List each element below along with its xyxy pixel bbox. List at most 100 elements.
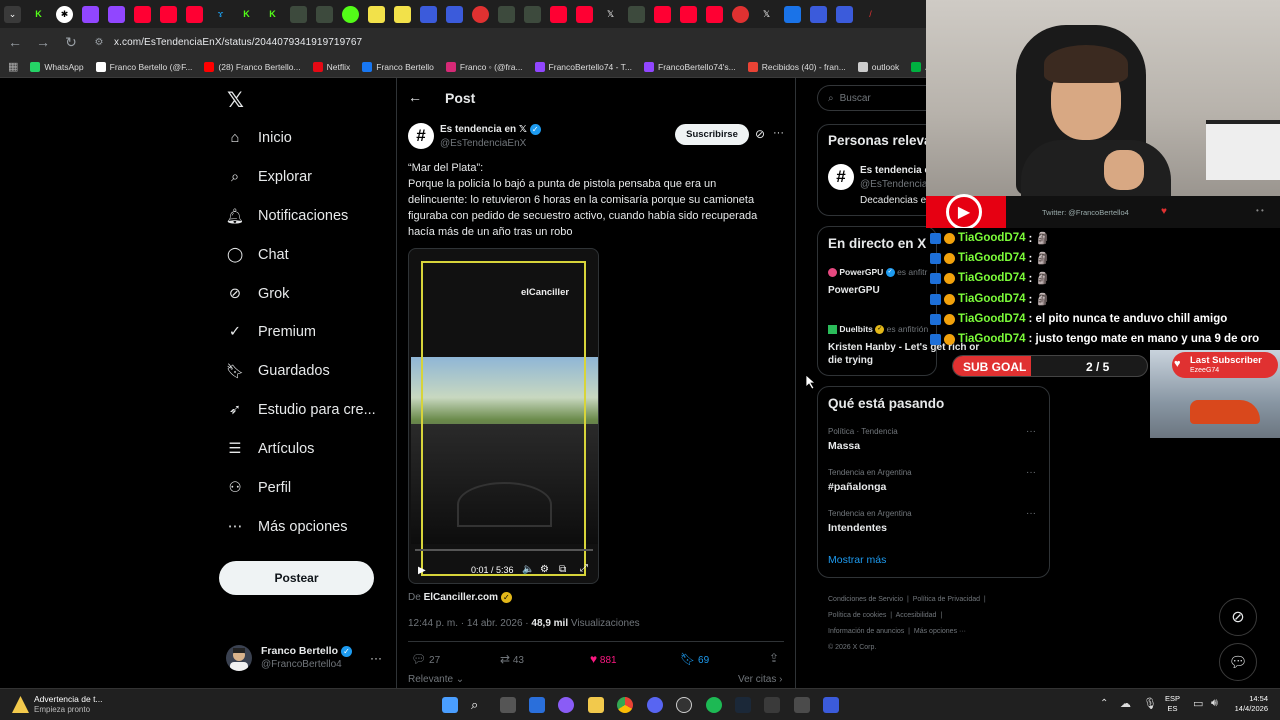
search-box[interactable]: ⌕ Buscar xyxy=(817,85,926,111)
footer-link[interactable]: Condiciones de Servicio xyxy=(828,596,903,603)
tab-icon[interactable] xyxy=(524,5,541,23)
tab-icon[interactable] xyxy=(836,5,853,23)
messages-fab-icon[interactable]: 💬︎ xyxy=(1219,643,1257,681)
x-logo-icon[interactable]: 𝕏 xyxy=(227,88,247,112)
video-player[interactable]: elCanciller ▶ 0:01 / 5:36 🔈 ⚙ ⧉ ⤢ xyxy=(408,248,599,584)
nav-item-artículos[interactable]: ☰ Artículos xyxy=(226,434,315,464)
footer-link[interactable]: Accesibilidad xyxy=(896,612,937,619)
x-tab-icon[interactable]: 𝕏 xyxy=(758,6,775,23)
bookmark-item[interactable]: FrancoBertello74's... xyxy=(644,61,736,72)
task-view-icon[interactable] xyxy=(500,697,516,713)
bookmark-item[interactable]: Franco Bertello xyxy=(362,61,434,72)
show-more-link[interactable]: Mostrar más xyxy=(828,554,886,566)
bookmark-item[interactable]: Recibidos (40) - fran... xyxy=(747,61,846,72)
site-info-icon[interactable]: ⚙ xyxy=(92,37,106,48)
fullscreen-icon[interactable]: ⤢ xyxy=(580,563,588,574)
nav-item-guardados[interactable]: 🔖︎ Guardados xyxy=(226,356,330,386)
cloud-icon[interactable]: ☁ xyxy=(1120,697,1131,710)
app-icon[interactable] xyxy=(558,697,574,713)
tab-icon[interactable] xyxy=(732,5,749,23)
obs-icon[interactable] xyxy=(676,697,692,713)
tab-icon[interactable] xyxy=(290,5,307,23)
network-icon[interactable]: ▭ xyxy=(1193,697,1203,710)
bookmark-item[interactable]: Netflix xyxy=(312,61,350,72)
bookmark-item[interactable]: Aler xyxy=(911,61,926,72)
clock[interactable]: 14:54 14/4/2026 xyxy=(1228,694,1268,714)
tab-icon[interactable] xyxy=(446,5,463,23)
start-icon[interactable] xyxy=(442,697,458,713)
nav-item-premium[interactable]: ✓ Premium xyxy=(226,317,316,347)
youtube-tab-icon[interactable] xyxy=(654,5,671,23)
more-icon[interactable]: ··· xyxy=(773,127,784,139)
post-timestamp[interactable]: 12:44 p. m. · 14 abr. 2026 · xyxy=(408,618,531,629)
tab-icon[interactable] xyxy=(498,5,515,23)
tab-icon[interactable] xyxy=(316,5,333,23)
nav-item-más-opciones[interactable]: ⋯ Más opciones xyxy=(226,512,348,542)
youtube-tab-icon[interactable] xyxy=(576,5,593,23)
search-icon[interactable]: ⌕ xyxy=(471,697,487,713)
tab-icon[interactable] xyxy=(810,5,827,23)
youtube-tab-icon[interactable] xyxy=(550,5,567,23)
bookmark-item[interactable]: outlook xyxy=(857,61,899,72)
youtube-tab-icon[interactable] xyxy=(706,5,723,23)
live-title-item[interactable]: PowerGPU xyxy=(828,285,880,296)
twitch-tab-icon[interactable] xyxy=(82,5,99,23)
footer-link[interactable]: Política de cookies xyxy=(828,612,886,619)
tab-icon[interactable] xyxy=(342,5,359,23)
back-icon[interactable]: ← xyxy=(8,34,22,50)
author-avatar[interactable]: # xyxy=(408,123,434,149)
search-input[interactable]: Buscar xyxy=(840,93,871,104)
reply-button[interactable]: 💬︎ 27 xyxy=(411,652,440,666)
footer-link[interactable]: Información de anuncios xyxy=(828,628,904,635)
tab-menu-icon[interactable]: ⌄ xyxy=(4,5,21,23)
people-avatar[interactable]: # xyxy=(828,164,854,190)
tab-icon[interactable] xyxy=(420,5,437,23)
profile-more-icon[interactable]: ··· xyxy=(370,651,382,665)
tab-icon[interactable]: / xyxy=(862,6,879,23)
youtube-tab-icon[interactable] xyxy=(134,5,151,23)
avatar[interactable] xyxy=(226,645,252,671)
tab-icon[interactable]: ɤ xyxy=(212,6,229,23)
mic-icon[interactable]: 🎙︎ xyxy=(1143,697,1157,710)
trend-name[interactable]: Intendentes xyxy=(828,522,887,534)
app-icon[interactable] xyxy=(823,697,839,713)
people-name[interactable]: Es tendencia e xyxy=(860,165,930,176)
volume-icon[interactable]: 🔈 xyxy=(522,564,534,575)
tab-icon[interactable] xyxy=(628,5,645,23)
forward-icon[interactable]: → xyxy=(36,34,50,50)
view-quotes-link[interactable]: Ver citas › xyxy=(738,674,782,685)
youtube-tab-icon[interactable] xyxy=(160,5,177,23)
nav-item-explorar[interactable]: ⌕ Explorar xyxy=(226,162,312,192)
source-link[interactable]: ElCanciller.com xyxy=(424,592,498,603)
tab-icon[interactable] xyxy=(472,5,489,23)
bookmark-item[interactable]: (28) Franco Bertello... xyxy=(204,61,301,72)
language-indicator[interactable]: ESP ES xyxy=(1165,694,1180,714)
like-button[interactable]: ♥ 881 xyxy=(590,652,617,666)
kick-tab-icon[interactable]: K xyxy=(238,6,255,23)
trend-more-icon[interactable]: ··· xyxy=(1026,508,1036,519)
nav-item-chat[interactable]: ◯ Chat xyxy=(226,240,289,270)
video-progress[interactable] xyxy=(415,549,593,551)
nav-item-grok[interactable]: ⊘ Grok xyxy=(226,279,290,309)
share-icon[interactable]: ⇪ xyxy=(769,651,779,665)
kick-tab-icon[interactable]: K xyxy=(264,6,281,23)
bookmark-item[interactable]: WhatsApp xyxy=(30,61,84,72)
volume-icon[interactable]: 🔊︎ xyxy=(1211,697,1218,710)
footer-link[interactable]: Más opciones ··· xyxy=(914,628,966,635)
author-name-row[interactable]: Es tendencia en 𝕏 ✓ xyxy=(440,124,541,135)
steam-icon[interactable] xyxy=(735,697,751,713)
apps-grid-icon[interactable]: ▦ xyxy=(8,60,18,73)
tab-icon[interactable] xyxy=(394,5,411,23)
bookmark-item[interactable]: FrancoBertello74 - T... xyxy=(534,61,632,72)
pip-icon[interactable]: ⧉ xyxy=(559,564,566,575)
url-field[interactable]: x.com/EsTendenciaEnX/status/204407934191… xyxy=(114,37,362,48)
folder-icon[interactable] xyxy=(588,697,604,713)
youtube-tab-icon[interactable] xyxy=(680,5,697,23)
spotify-icon[interactable] xyxy=(706,697,722,713)
post-button[interactable]: Postear xyxy=(219,561,374,595)
trend-name[interactable]: #pañalonga xyxy=(828,481,886,493)
app-icon[interactable] xyxy=(764,697,780,713)
profile-block[interactable]: Franco Bertello ✓ xyxy=(261,645,352,657)
reload-icon[interactable]: ↻ xyxy=(64,34,78,51)
nav-item-notificaciones[interactable]: 🔔︎ Notificaciones xyxy=(226,201,348,231)
